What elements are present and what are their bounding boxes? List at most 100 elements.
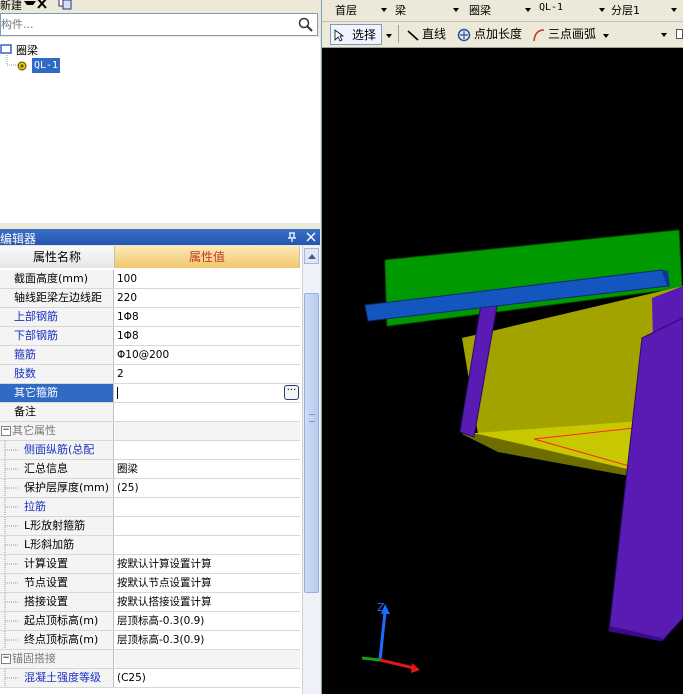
property-name: 肢数 xyxy=(0,365,114,383)
property-name: 轴线距梁左边线距 xyxy=(0,289,114,307)
new-button[interactable]: 新建 xyxy=(0,0,22,13)
property-value[interactable] xyxy=(115,498,300,516)
component-dropdown[interactable]: QL-1 xyxy=(536,0,608,20)
copy-icon[interactable] xyxy=(58,0,72,10)
property-name-text: 起点顶标高(m) xyxy=(24,614,99,627)
property-name: 汇总信息 xyxy=(0,460,114,478)
tree-item-ql-1[interactable]: QL-1 xyxy=(16,58,96,74)
property-value[interactable]: 圈梁 xyxy=(115,460,300,478)
property-table-header: 属性名称 属性值 xyxy=(0,246,300,268)
property-value[interactable] xyxy=(115,536,300,554)
axis-z-label: Z xyxy=(377,601,385,614)
overflow-button[interactable] xyxy=(676,29,683,39)
tree-branch-icon xyxy=(4,498,18,516)
scroll-up-button[interactable] xyxy=(304,248,319,264)
component-value: QL-1 xyxy=(539,2,564,13)
property-name-text: 备注 xyxy=(14,405,36,418)
search-input[interactable] xyxy=(1,16,291,33)
property-row[interactable]: 计算设置 按默认计算设置计算 xyxy=(0,555,300,574)
scroll-thumb[interactable] xyxy=(304,293,319,593)
property-row[interactable]: 搭接设置 按默认搭接设置计算 xyxy=(0,593,300,612)
close-icon[interactable] xyxy=(305,231,317,243)
component-search-box[interactable] xyxy=(0,13,318,36)
property-row[interactable]: 节点设置 按默认节点设置计算 xyxy=(0,574,300,593)
property-value[interactable] xyxy=(115,650,300,668)
category-dropdown[interactable]: 梁 xyxy=(392,0,462,20)
property-value[interactable]: (25) xyxy=(115,479,300,497)
floor-value: 首层 xyxy=(335,4,357,17)
type-dropdown[interactable]: 圈梁 xyxy=(466,0,534,20)
select-button[interactable]: 选择 xyxy=(330,24,382,45)
layer-dropdown[interactable]: 分层1 xyxy=(608,0,680,20)
draw-toolbar: 选择 直线 点加长度 三点画弧 xyxy=(322,22,683,48)
new-dropdown-arrow-icon[interactable] xyxy=(24,1,36,5)
property-value[interactable] xyxy=(115,384,300,402)
property-row[interactable]: 箍筋 Φ10@200 xyxy=(0,346,300,365)
property-row[interactable]: 轴线距梁左边线距 220 xyxy=(0,289,300,308)
property-value[interactable] xyxy=(115,517,300,535)
property-row[interactable]: 混凝土强度等级 (C25) xyxy=(0,669,300,688)
property-value[interactable] xyxy=(115,422,300,440)
property-name-text: 上部钢筋 xyxy=(14,310,58,323)
property-value[interactable]: 层顶标高-0.3(0.9) xyxy=(115,631,300,649)
collapse-icon[interactable]: − xyxy=(1,654,11,664)
property-value[interactable] xyxy=(115,403,300,421)
property-row[interactable]: 保护层厚度(mm) (25) xyxy=(0,479,300,498)
axis-gizmo: Z xyxy=(361,601,420,673)
arc-label: 三点画弧 xyxy=(548,27,597,41)
property-name-text: 计算设置 xyxy=(24,557,68,570)
property-row[interactable]: 肢数 2 xyxy=(0,365,300,384)
line-label: 直线 xyxy=(422,27,447,41)
property-value[interactable]: (C25) xyxy=(115,669,300,687)
search-icon[interactable] xyxy=(297,16,315,33)
property-group-row[interactable]: − 其它属性 xyxy=(0,422,300,441)
property-row[interactable]: 截面高度(mm) 100 xyxy=(0,270,300,289)
property-row[interactable]: 拉筋 xyxy=(0,498,300,517)
component-toolbar: 新建 xyxy=(0,0,321,12)
property-value[interactable]: 1Φ8 xyxy=(115,327,300,345)
property-name: − 其它属性 xyxy=(0,422,114,440)
property-row[interactable]: L形斜加筋 xyxy=(0,536,300,555)
property-value[interactable]: 100 xyxy=(115,270,300,288)
property-value[interactable]: 按默认计算设置计算 xyxy=(115,555,300,573)
property-name: L形斜加筋 xyxy=(0,536,114,554)
property-group-row[interactable]: − 锚固搭接 xyxy=(0,650,300,669)
property-name-text: 其它属性 xyxy=(12,424,56,437)
chevron-down-icon xyxy=(525,8,531,12)
tree-root-label: 圈梁 xyxy=(16,44,38,57)
collapse-icon[interactable]: − xyxy=(1,426,11,436)
property-row[interactable]: 汇总信息 圈梁 xyxy=(0,460,300,479)
property-row[interactable]: 下部钢筋 1Φ8 xyxy=(0,327,300,346)
draw-mode-dropdown[interactable] xyxy=(614,25,672,45)
arc-dropdown-arrow-icon[interactable] xyxy=(603,34,609,38)
property-row[interactable]: 终点顶标高(m) 层顶标高-0.3(0.9) xyxy=(0,631,300,650)
pin-icon[interactable] xyxy=(286,231,298,243)
property-name-text: 混凝土强度等级 xyxy=(24,671,101,684)
property-value[interactable]: 按默认搭接设置计算 xyxy=(115,593,300,611)
3d-viewport[interactable]: Z xyxy=(322,48,683,694)
property-row[interactable]: 其它箍筋 ··· xyxy=(0,384,300,403)
tree-item-ring-beam[interactable]: 圈梁 xyxy=(0,41,120,57)
property-value[interactable] xyxy=(115,441,300,459)
property-value[interactable]: 220 xyxy=(115,289,300,307)
property-scrollbar[interactable] xyxy=(302,246,320,694)
ellipsis-button[interactable]: ··· xyxy=(284,385,299,400)
select-dropdown-arrow-icon[interactable] xyxy=(386,34,392,38)
property-name-text: 截面高度(mm) xyxy=(14,272,89,285)
property-name-text: 拉筋 xyxy=(24,500,46,513)
delete-x-icon[interactable] xyxy=(36,0,48,10)
property-name: L形放射箍筋 xyxy=(0,517,114,535)
property-row[interactable]: L形放射箍筋 xyxy=(0,517,300,536)
property-value[interactable]: Φ10@200 xyxy=(115,346,300,364)
property-value[interactable]: 按默认节点设置计算 xyxy=(115,574,300,592)
floor-dropdown[interactable]: 首层 xyxy=(332,0,390,20)
property-row[interactable]: 起点顶标高(m) 层顶标高-0.3(0.9) xyxy=(0,612,300,631)
property-row[interactable]: 备注 xyxy=(0,403,300,422)
property-name-text: 节点设置 xyxy=(24,576,68,589)
property-row[interactable]: 侧面纵筋(总配 xyxy=(0,441,300,460)
property-value[interactable]: 层顶标高-0.3(0.9) xyxy=(115,612,300,630)
property-value[interactable]: 2 xyxy=(115,365,300,383)
chevron-down-icon xyxy=(453,8,459,12)
property-value[interactable]: 1Φ8 xyxy=(115,308,300,326)
property-row[interactable]: 上部钢筋 1Φ8 xyxy=(0,308,300,327)
